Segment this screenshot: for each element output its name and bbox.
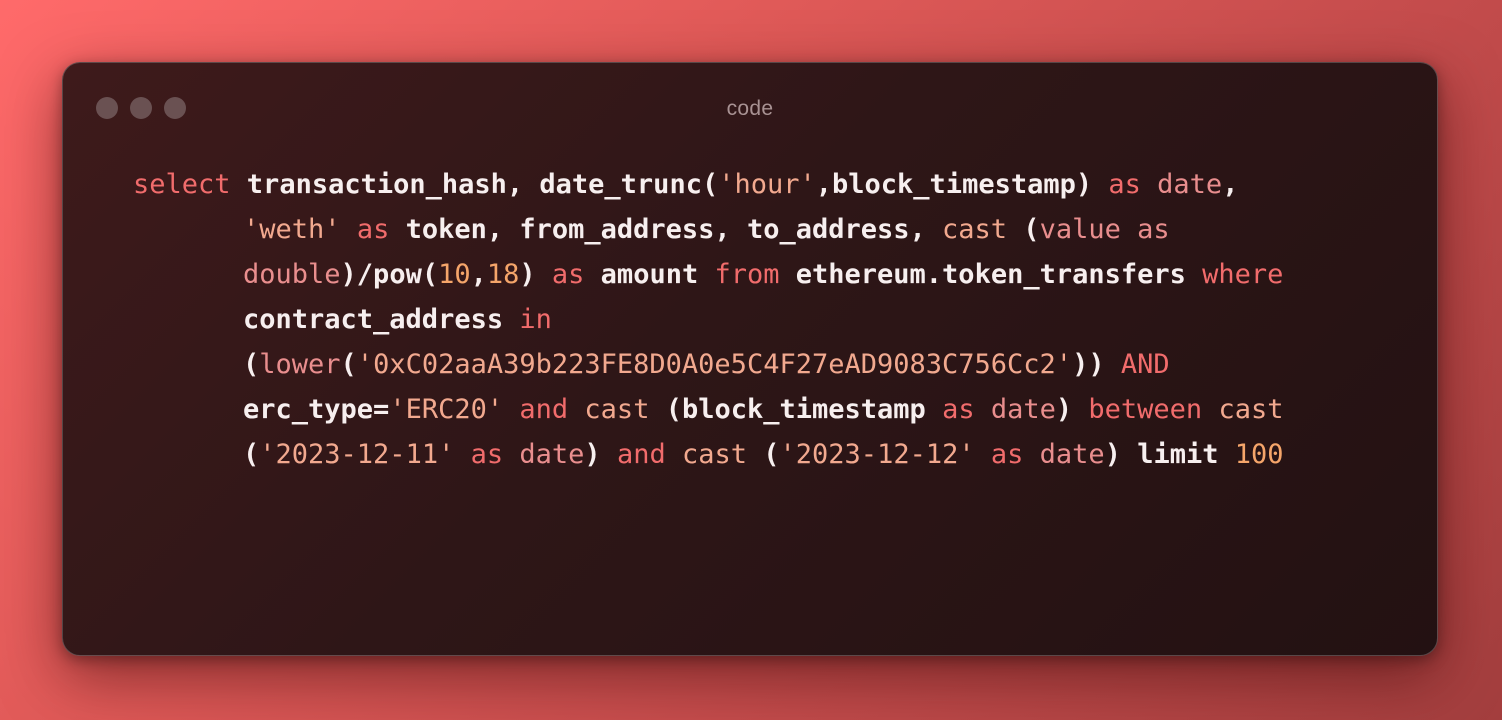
code-token: as (470, 439, 504, 470)
code-token: as (1108, 169, 1141, 200)
code-token: as (356, 214, 390, 245)
code-line: ('2023-12-11' as date) and cast ('2023-1… (133, 432, 1284, 477)
window-title: code (726, 97, 774, 120)
code-token: 18 (486, 259, 520, 290)
code-token: AND (1120, 349, 1170, 380)
code-token: 10 (438, 259, 471, 290)
code-token: 'ERC20' (389, 394, 504, 425)
code-token: date (519, 439, 585, 470)
code-token: as (990, 439, 1024, 470)
code-token: cast (1218, 394, 1284, 425)
code-token: 100 (1234, 439, 1284, 470)
code-token: '0xC02aaA39b223FE8D0A0e5C4F27eAD9083C756… (356, 349, 1073, 380)
code-token: transaction_hash, date_trunc( (230, 169, 719, 200)
code-token: (block_timestamp (649, 394, 943, 425)
code-token: as (1137, 214, 1170, 245)
code-token: '2023-12-11' (259, 439, 455, 470)
code-token: contract_address (243, 304, 520, 335)
code-token: as (942, 394, 975, 425)
code-token: ( (1007, 214, 1040, 245)
code-token: ) (1055, 394, 1089, 425)
code-token: and (616, 439, 666, 470)
code-token: double (243, 259, 341, 290)
code-token: where (1202, 259, 1284, 290)
code-token: value (1039, 214, 1121, 245)
code-token: ) limit (1104, 439, 1235, 470)
code-token: in (519, 304, 552, 335)
code-line: 'weth' as token, from_address, to_addres… (133, 207, 1284, 252)
code-token: date (990, 394, 1056, 425)
code-token: date (1039, 439, 1105, 470)
code-token: ,block_timestamp) (815, 169, 1109, 200)
code-token: ) (519, 259, 552, 290)
code-token: cast (584, 394, 650, 425)
code-line: select transaction_hash, date_trunc('hou… (133, 162, 1284, 207)
code-line: contract_address in (133, 297, 1284, 342)
code-token: as (551, 259, 585, 290)
code-token: from (714, 259, 780, 290)
code-token: and (519, 394, 569, 425)
code-token: ( (243, 439, 260, 470)
code-line: double)/pow(10,18) as amount from ethere… (133, 252, 1284, 297)
code-line: erc_type='ERC20' and cast (block_timesta… (133, 387, 1284, 432)
code-token: date (1157, 169, 1223, 200)
code-token: , (1222, 169, 1239, 200)
code-token: cast (681, 439, 748, 470)
code-token: )/pow( (340, 259, 439, 290)
code-token: 'weth' (243, 214, 341, 245)
code-token: )) (1072, 349, 1121, 380)
code-window: code select transaction_hash, date_trunc… (62, 62, 1438, 656)
code-token: token, from_address, to_address, (389, 214, 943, 245)
code-token: 'hour' (718, 169, 816, 200)
code-token: amount (584, 259, 715, 290)
code-token: '2023-12-12' (779, 439, 975, 470)
code-token: ( (340, 349, 357, 380)
code-token: select (133, 169, 231, 200)
code-token: erc_type= (243, 394, 390, 425)
code-token: , (470, 259, 487, 290)
code-token: ) (584, 439, 617, 470)
code-token: ethereum.token_transfers (779, 259, 1203, 290)
code-token: ( (747, 439, 780, 470)
code-block[interactable]: select transaction_hash, date_trunc('hou… (133, 162, 1284, 477)
code-token: ( (243, 349, 260, 380)
code-token: between (1088, 394, 1203, 425)
code-token: cast (942, 214, 1008, 245)
code-token: lower (259, 349, 341, 380)
code-line: (lower('0xC02aaA39b223FE8D0A0e5C4F27eAD9… (133, 342, 1284, 387)
